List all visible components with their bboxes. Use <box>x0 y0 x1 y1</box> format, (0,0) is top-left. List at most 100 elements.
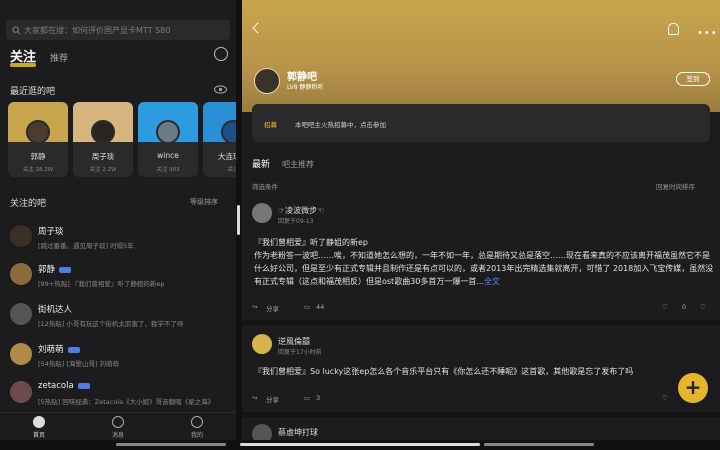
eye-icon[interactable] <box>214 85 227 94</box>
recruit-notice[interactable]: 招募 本吧吧主火热招募中，点击参加 <box>252 104 710 142</box>
bar-name: 刘萌萌 <box>38 345 64 355</box>
followed-bar-item[interactable]: 刘萌萌 [54热贴] [海警山哥] 刘萌萌 <box>0 338 236 376</box>
home-indicator <box>116 443 226 446</box>
bar-desc: [跳过番番。遇见周子琰] 时隔5年 <box>38 242 134 250</box>
feed-icon[interactable] <box>214 47 228 61</box>
home-indicator <box>240 443 480 446</box>
avatar <box>10 303 32 325</box>
bar-level: LV8 静静粉听 <box>287 84 324 91</box>
bar-avatar <box>254 68 280 94</box>
level-badge <box>67 346 80 353</box>
bar-desc: [54热贴] [海警山哥] 刘萌萌 <box>38 360 120 368</box>
level-badge <box>59 266 72 273</box>
more-icon[interactable]: ••• <box>697 28 718 39</box>
left-tabs: 关注 推荐 <box>10 46 68 67</box>
search-placeholder: 大家都在搜：如何评价国产显卡MTT S80 <box>24 25 171 35</box>
post-actions: ↪ 分享 ▭ 44 ♡ 0 ♡ <box>252 303 712 315</box>
post-title: 『我们曾相爱』听了静姐的新ep <box>254 238 368 247</box>
comment-count: 44 <box>316 303 325 311</box>
bar-header <box>242 0 720 112</box>
home-indicator <box>484 443 594 446</box>
bell-icon[interactable] <box>668 23 679 35</box>
notice-text: 本吧吧主火热招募中，点击参加 <box>295 121 386 129</box>
recent-bar-card[interactable]: 周子琰 关注 2.2W <box>73 102 133 177</box>
followed-bar-item[interactable]: 周子琰 [跳过番番。遇见周子琰] 时隔5年 <box>0 220 236 258</box>
bar-name: zetacola <box>38 381 74 391</box>
tab-recommend[interactable]: 推荐 <box>50 51 68 64</box>
recent-bar-card[interactable]: 大连理工 关注 <box>203 102 236 177</box>
followed-bar-item[interactable]: 街机达人 [12热贴] 小哥有玩这个街机太厉害了，我学不了呀 <box>0 298 236 336</box>
post-time: 回复于17小时前 <box>278 349 322 356</box>
nav-label: 消息 <box>111 432 124 439</box>
avatar <box>252 203 272 223</box>
nav-label: 首页 <box>32 432 45 439</box>
post-author: 蔡虚坤打球 <box>278 428 318 437</box>
avatar <box>10 225 32 247</box>
post-body: 『我们曾相爱』So lucky这张ep怎么各个音乐平台只有《你怎么还不睡呢》这首… <box>254 367 634 376</box>
avatar <box>252 334 272 354</box>
bar-name: 街机达人 <box>38 305 73 315</box>
profile-icon <box>191 416 203 428</box>
bar-followers: 关注 2.2W <box>89 167 117 173</box>
filter-button[interactable]: 筛选条件 <box>252 181 278 191</box>
bar-name: 周子琰 <box>38 227 64 237</box>
bar-desc: [99+热贴] 『我们曾相爱』听了静姐的新ep <box>38 280 165 288</box>
right-pane: ••• 郭静吧 LV8 静静粉听 签到 招募 本吧吧主火热招募中，点击参加 最新… <box>242 0 720 440</box>
post-tabs: 最新 吧主推荐 <box>252 157 314 170</box>
followed-bar-item[interactable]: 郭静 [99+热贴] 『我们曾相爱』听了静姐的新ep <box>0 258 236 296</box>
split-divider-handle[interactable] <box>237 205 240 235</box>
bar-name: wince <box>157 151 179 160</box>
post-time: 回复于09-13 <box>278 218 314 225</box>
share-label[interactable]: 分享 <box>266 394 279 404</box>
avatar <box>10 343 32 365</box>
nav-home[interactable]: 首页 <box>19 416 59 439</box>
left-pane: 大家都在搜：如何评价国产显卡MTT S80 关注 推荐 最近逛的吧 郭静 关注 … <box>0 0 236 440</box>
share-label[interactable]: 分享 <box>266 303 279 313</box>
bar-followers: 关注 <box>227 167 236 173</box>
bar-name: 郭静 <box>38 265 56 275</box>
checkin-button[interactable]: 签到 <box>676 72 710 86</box>
notice-tag: 招募 <box>264 121 277 129</box>
tab-follow[interactable]: 关注 <box>10 46 37 67</box>
avatar <box>252 424 272 440</box>
post-body: 作为老粉答一波吧……唉，不知道她怎么想的，一年不如一年，总是期待又总是落空……现… <box>254 249 714 288</box>
read-more-link[interactable]: 全文 <box>484 277 500 286</box>
bottom-nav: 首页 消息 我的 <box>0 412 236 440</box>
sort-dropdown[interactable]: 回复时间排序 <box>656 181 695 191</box>
comment-icon[interactable]: ▭ <box>304 394 310 402</box>
like-icon[interactable]: ♡ <box>662 303 668 311</box>
bar-avatar <box>91 120 115 144</box>
level-badge <box>77 382 90 389</box>
bar-name: 郭静 <box>30 152 46 161</box>
add-post-button[interactable]: + <box>678 373 708 403</box>
post-author: 逆風倫囍 <box>278 337 310 346</box>
tab-latest[interactable]: 最新 <box>252 157 270 170</box>
share-icon[interactable]: ↪ <box>252 303 257 311</box>
sort-dropdown[interactable]: 等级排序 <box>190 197 218 207</box>
bell-icon <box>112 416 124 428</box>
nav-profile[interactable]: 我的 <box>177 416 217 439</box>
post-actions: ↪ 分享 ▭ 3 ♡ <box>252 394 712 406</box>
followed-bar-item[interactable]: zetacola [5热贴] 回味经典：Zetacola《大小姐》哥音翻唱《星之… <box>0 376 236 414</box>
nav-messages[interactable]: 消息 <box>98 416 138 439</box>
share-icon[interactable]: ↪ <box>252 394 257 402</box>
bar-title: 郭静吧 <box>287 72 317 83</box>
dislike-icon[interactable]: ♡ <box>700 303 706 311</box>
recent-bar-card[interactable]: wince 关注 903 <box>138 102 198 177</box>
bar-name: 周子琰 <box>91 152 115 161</box>
like-icon[interactable]: ♡ <box>662 394 668 402</box>
comment-icon[interactable]: ▭ <box>304 303 310 311</box>
tab-recommended[interactable]: 吧主推荐 <box>282 159 314 170</box>
home-icon <box>33 416 45 428</box>
bar-followers: 关注 903 <box>156 167 180 173</box>
divider <box>242 320 720 325</box>
bar-avatar <box>156 120 180 144</box>
avatar <box>10 263 32 285</box>
like-count: 0 <box>682 303 687 311</box>
recent-bar-card[interactable]: 郭静 关注 28.2W <box>8 102 68 177</box>
bar-avatar <box>26 120 50 144</box>
bar-desc: [5热贴] 回味经典：Zetacola《大小姐》哥音翻唱《星之海》 <box>38 398 215 406</box>
search-icon <box>12 25 21 34</box>
search-bar[interactable]: 大家都在搜：如何评价国产显卡MTT S80 <box>6 20 230 40</box>
bar-followers: 关注 28.2W <box>22 167 54 173</box>
